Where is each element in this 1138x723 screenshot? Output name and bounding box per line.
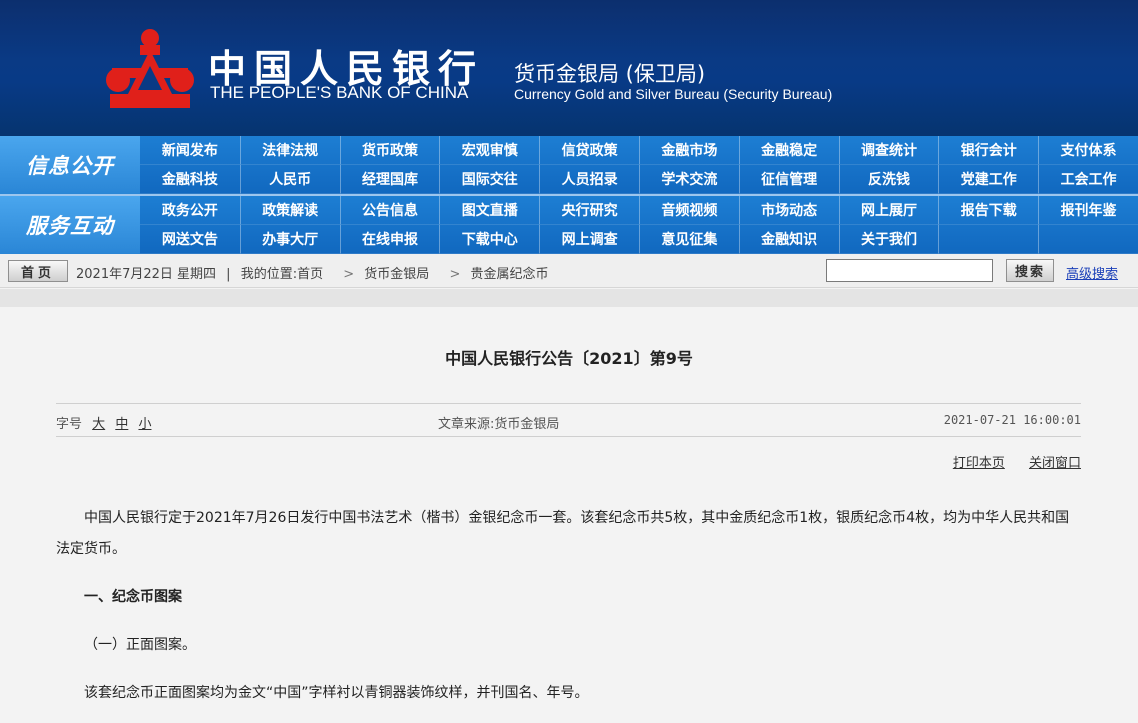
search-button[interactable]: 搜索 <box>1006 259 1054 282</box>
content-spacer <box>0 289 1138 307</box>
paragraph: 中国人民银行定于2021年7月26日发行中国书法艺术（楷书）金银纪念币一套。该套… <box>56 510 1070 557</box>
nav-item-financial-knowledge[interactable]: 金融知识 <box>738 225 839 254</box>
pboc-logo-icon <box>106 29 194 108</box>
article-body: 中国人民银行定于2021年7月26日发行中国书法艺术（楷书）金银纪念币一套。该套… <box>56 503 1081 723</box>
nav-item-statistics[interactable]: 调查统计 <box>838 136 939 165</box>
bank-name-en: THE PEOPLE'S BANK OF CHINA <box>210 83 469 102</box>
nav-item-service-hall[interactable]: 办事大厅 <box>239 225 340 254</box>
paragraph: 该套纪念币正面图案均为金文“中国”字样衬以青铜器装饰纹样，并刊国名、年号。 <box>84 685 589 701</box>
article-datetime: 2021-07-21 16:00:01 <box>943 413 1081 427</box>
nav-service-label: 服务互动 <box>0 196 140 254</box>
nav-item-report-download[interactable]: 报告下载 <box>938 196 1039 225</box>
article-source: 文章来源:货币金银局 <box>438 417 560 432</box>
nav-item-online-exhibition[interactable]: 网上展厅 <box>838 196 939 225</box>
nav-service-grid: 政务公开 政策解读 公告信息 图文直播 央行研究 音频视频 市场动态 网上展厅 … <box>140 196 1138 254</box>
nav-item-announcements[interactable]: 公告信息 <box>339 196 440 225</box>
nav-info-section: 信息公开 新闻发布 法律法规 货币政策 宏观审慎 信贷政策 金融市场 金融稳定 … <box>0 136 1138 194</box>
nav-item-research[interactable]: 央行研究 <box>539 196 639 225</box>
nav-item-party-building[interactable]: 党建工作 <box>938 165 1039 194</box>
sub-heading: （一）正面图案。 <box>84 637 196 653</box>
nav-item-gov-affairs[interactable]: 政务公开 <box>140 196 240 225</box>
nav-item-credit-reference[interactable]: 征信管理 <box>738 165 839 194</box>
print-link[interactable]: 打印本页 <box>953 456 1005 471</box>
bureau-name-cn: 货币金银局 (保卫局) <box>514 62 706 86</box>
nav-service-section: 服务互动 政务公开 政策解读 公告信息 图文直播 央行研究 音频视频 市场动态 … <box>0 196 1138 254</box>
nav-item-laws[interactable]: 法律法规 <box>239 136 340 165</box>
breadcrumb-bar: 首页 2021年7月22日 星期四 | 我的位置:首页 > 货币金银局 > 贵金… <box>0 254 1138 288</box>
nav-item-union[interactable]: 工会工作 <box>1038 165 1138 194</box>
font-size-medium[interactable]: 中 <box>115 417 128 432</box>
section-heading: 一、纪念币图案 <box>84 589 182 605</box>
font-size-label: 字号 <box>56 417 83 432</box>
nav-item-international[interactable]: 国际交往 <box>439 165 540 194</box>
breadcrumb-link-bureau[interactable]: 货币金银局 <box>364 267 429 282</box>
article-container: 中国人民银行公告〔2021〕第9号 字号 大 中 小 文章来源:货币金银局 20… <box>0 307 1138 723</box>
nav-item-media[interactable]: 音频视频 <box>638 196 739 225</box>
nav-item-documents[interactable]: 网送文告 <box>140 225 240 254</box>
article-meta: 字号 大 中 小 文章来源:货币金银局 2021-07-21 16:00:01 <box>56 403 1081 437</box>
nav-item-anti-money-laundering[interactable]: 反洗钱 <box>838 165 939 194</box>
nav-item-financial-stability[interactable]: 金融稳定 <box>738 136 839 165</box>
nav-item-financial-market[interactable]: 金融市场 <box>638 136 739 165</box>
nav-info-grid: 新闻发布 法律法规 货币政策 宏观审慎 信贷政策 金融市场 金融稳定 调查统计 … <box>140 136 1138 194</box>
nav-item-yearbook[interactable]: 报刊年鉴 <box>1038 196 1138 225</box>
font-size-control: 字号 大 中 小 <box>56 413 151 432</box>
site-banner: 中国人民银行 THE PEOPLE'S BANK OF CHINA 货币金银局 … <box>0 0 1138 136</box>
nav-item-credit-policy[interactable]: 信贷政策 <box>539 136 639 165</box>
search-input[interactable] <box>826 259 993 282</box>
article-tools: 打印本页 关闭窗口 <box>933 452 1081 471</box>
close-window-link[interactable]: 关闭窗口 <box>1029 456 1081 471</box>
nav-item-academic[interactable]: 学术交流 <box>638 165 739 194</box>
advanced-search-link[interactable]: 高级搜索 <box>1066 263 1118 282</box>
nav-item-rmb[interactable]: 人民币 <box>239 165 340 194</box>
breadcrumb-link-coins[interactable]: 贵金属纪念币 <box>470 267 548 282</box>
bureau-name-en: Currency Gold and Silver Bureau (Securit… <box>514 86 833 102</box>
breadcrumb-divider: | <box>226 267 231 282</box>
nav-item-empty-2 <box>1038 225 1138 254</box>
nav-item-news[interactable]: 新闻发布 <box>140 136 240 165</box>
nav-item-market-news[interactable]: 市场动态 <box>738 196 839 225</box>
article-title: 中国人民银行公告〔2021〕第9号 <box>445 349 693 368</box>
nav-item-live[interactable]: 图文直播 <box>439 196 540 225</box>
nav-item-about-us[interactable]: 关于我们 <box>838 225 939 254</box>
nav-item-bank-accounting[interactable]: 银行会计 <box>938 136 1039 165</box>
nav-item-recruitment[interactable]: 人员招录 <box>539 165 639 194</box>
nav-item-treasury[interactable]: 经理国库 <box>339 165 440 194</box>
nav-item-payment-system[interactable]: 支付体系 <box>1038 136 1138 165</box>
home-button[interactable]: 首页 <box>8 260 68 282</box>
nav-info-label: 信息公开 <box>0 136 140 194</box>
nav-item-download-center[interactable]: 下载中心 <box>439 225 540 254</box>
nav-item-online-survey[interactable]: 网上调查 <box>539 225 639 254</box>
current-date: 2021年7月22日 星期四 <box>76 267 217 282</box>
breadcrumb-home-link[interactable]: 我的位置:首页 <box>241 267 323 282</box>
breadcrumb-separator: > <box>343 267 355 282</box>
nav-item-fintech[interactable]: 金融科技 <box>140 165 240 194</box>
nav-item-macro-prudential[interactable]: 宏观审慎 <box>439 136 540 165</box>
nav-item-policy-interpretation[interactable]: 政策解读 <box>239 196 340 225</box>
font-size-large[interactable]: 大 <box>92 417 105 432</box>
nav-item-monetary-policy[interactable]: 货币政策 <box>339 136 440 165</box>
breadcrumb: 2021年7月22日 星期四 | 我的位置:首页 > 货币金银局 > 贵金属纪念… <box>76 263 555 282</box>
nav-item-empty-1 <box>938 225 1039 254</box>
nav-item-feedback[interactable]: 意见征集 <box>638 225 739 254</box>
breadcrumb-separator: > <box>449 267 461 282</box>
nav-item-online-filing[interactable]: 在线申报 <box>339 225 440 254</box>
font-size-small[interactable]: 小 <box>138 417 151 432</box>
